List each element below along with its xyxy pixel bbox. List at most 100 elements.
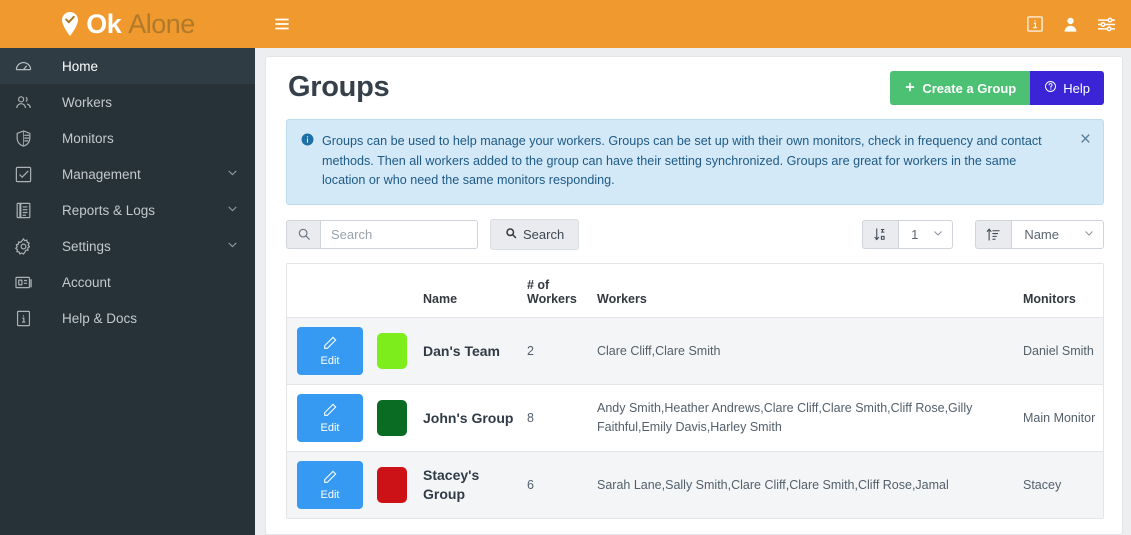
sidebar-item-label: Reports & Logs (62, 202, 156, 218)
help-label: Help (1063, 80, 1090, 96)
page-header: Groups Create a Group Help (280, 71, 1108, 105)
sidebar-item-account[interactable]: Account (0, 264, 255, 300)
row-edit-cell: Edit (287, 317, 371, 386)
chevron-down-icon (1083, 227, 1095, 242)
row-color-cell (371, 317, 417, 386)
sidebar-item-label: Help & Docs (62, 310, 138, 326)
sort-value: Name (1024, 226, 1059, 242)
edit-label: Edit (320, 355, 340, 368)
column-header-workers: Workers (591, 263, 1017, 319)
check-square-icon (14, 163, 44, 185)
sidebar-item-label: Management (62, 166, 141, 182)
id-card-icon (14, 271, 44, 293)
row-color-cell (371, 451, 417, 519)
row-num-workers-cell: 6 (521, 451, 591, 519)
sort-numeric-icon (862, 219, 899, 249)
hamburger-menu-icon[interactable] (271, 15, 293, 33)
shield-icon (14, 127, 44, 149)
sidebar: Ok Alone Home Workers Monitors Managemen… (0, 0, 255, 535)
column-header-edit (287, 263, 371, 319)
user-icon[interactable] (1061, 15, 1080, 34)
row-name-cell: Stacey's Group (417, 451, 521, 519)
users-icon (14, 91, 44, 113)
search-icon (286, 219, 320, 249)
sidebar-item-monitors[interactable]: Monitors (0, 120, 255, 156)
row-edit-cell: Edit (287, 384, 371, 453)
brand-name-bold: Ok (86, 8, 122, 39)
info-circle-icon (301, 133, 314, 191)
brand-name-light: Alone (128, 8, 195, 39)
column-header-monitors: Monitors (1017, 263, 1103, 319)
edit-button[interactable]: Edit (297, 394, 363, 443)
group-color-swatch (377, 400, 407, 437)
edit-button[interactable]: Edit (297, 327, 363, 376)
groups-card: Groups Create a Group Help Groups can be… (265, 56, 1123, 535)
column-header-color (371, 263, 417, 319)
row-edit-cell: Edit (287, 451, 371, 519)
pencil-icon (322, 335, 338, 354)
chevron-down-icon (226, 166, 239, 182)
chevron-down-icon (226, 202, 239, 218)
question-circle-icon (1044, 80, 1057, 96)
row-monitors-cell: Main Monitor (1017, 384, 1103, 453)
brand-logo[interactable]: Ok Alone (0, 0, 255, 48)
sidebar-item-label: Account (62, 274, 111, 290)
sidebar-item-label: Monitors (62, 130, 114, 146)
main-area: Groups Create a Group Help Groups can be… (255, 0, 1131, 535)
dashboard-icon (14, 55, 44, 77)
search-input[interactable] (320, 219, 478, 249)
column-header-num-workers: # of Workers (521, 263, 591, 319)
edit-label: Edit (320, 422, 340, 435)
row-num-workers-cell: 8 (521, 384, 591, 453)
page-size-select[interactable]: 1 (898, 219, 954, 249)
page-size-group: 1 (862, 219, 954, 249)
sort-select[interactable]: Name (1011, 219, 1104, 249)
row-monitors-cell: Stacey (1017, 451, 1103, 519)
sidebar-item-reports-logs[interactable]: Reports & Logs (0, 192, 255, 228)
create-group-label: Create a Group (922, 80, 1017, 96)
close-icon[interactable]: × (1080, 130, 1091, 149)
toolbar-left: Search (286, 218, 580, 250)
pencil-icon (322, 469, 338, 488)
search-icon (505, 227, 517, 242)
groups-table-wrapper: Name # of Workers Workers Monitors Edit … (286, 262, 1104, 520)
app-root: Ok Alone Home Workers Monitors Managemen… (0, 0, 1131, 535)
search-input-group (286, 219, 478, 249)
group-color-swatch (377, 467, 407, 504)
help-button[interactable]: Help (1030, 71, 1104, 105)
search-button[interactable]: Search (490, 218, 580, 250)
table-toolbar: Search Search 1 Name (286, 218, 1104, 250)
sort-group: Name (975, 219, 1104, 249)
content-area: Groups Create a Group Help Groups can be… (255, 48, 1131, 535)
sliders-icon[interactable] (1096, 14, 1117, 35)
gear-icon (14, 235, 44, 257)
topbar (255, 0, 1131, 48)
chevron-down-icon (226, 238, 239, 254)
row-name-cell: John's Group (417, 384, 521, 453)
row-color-cell (371, 384, 417, 453)
create-group-button[interactable]: Create a Group (890, 71, 1031, 105)
sidebar-item-label: Home (62, 58, 99, 74)
sidebar-item-management[interactable]: Management (0, 156, 255, 192)
location-pin-check-icon (60, 11, 80, 37)
info-alert: Groups can be used to help manage your w… (286, 119, 1104, 205)
table-body: Edit Dan's Team 2 Clare Cliff,Clare Smit… (287, 317, 1103, 519)
topbar-actions (1025, 14, 1117, 35)
row-name-cell: Dan's Team (417, 317, 521, 386)
sidebar-item-workers[interactable]: Workers (0, 84, 255, 120)
sidebar-item-settings[interactable]: Settings (0, 228, 255, 264)
plus-icon (904, 81, 916, 96)
info-box-icon (14, 307, 44, 329)
row-num-workers-cell: 2 (521, 317, 591, 386)
sidebar-item-help-docs[interactable]: Help & Docs (0, 300, 255, 336)
table-row: Edit Stacey's Group 6 Sarah Lane,Sally S… (287, 451, 1103, 519)
search-button-label: Search (523, 226, 565, 242)
info-box-icon[interactable] (1025, 14, 1045, 34)
sidebar-item-home[interactable]: Home (0, 48, 255, 84)
group-color-swatch (377, 333, 407, 370)
page-title: Groups (288, 71, 390, 103)
group-name: Dan's Team (423, 342, 500, 359)
table-header-row: Name # of Workers Workers Monitors (287, 263, 1103, 319)
column-header-name: Name (417, 263, 521, 319)
edit-button[interactable]: Edit (297, 461, 363, 510)
